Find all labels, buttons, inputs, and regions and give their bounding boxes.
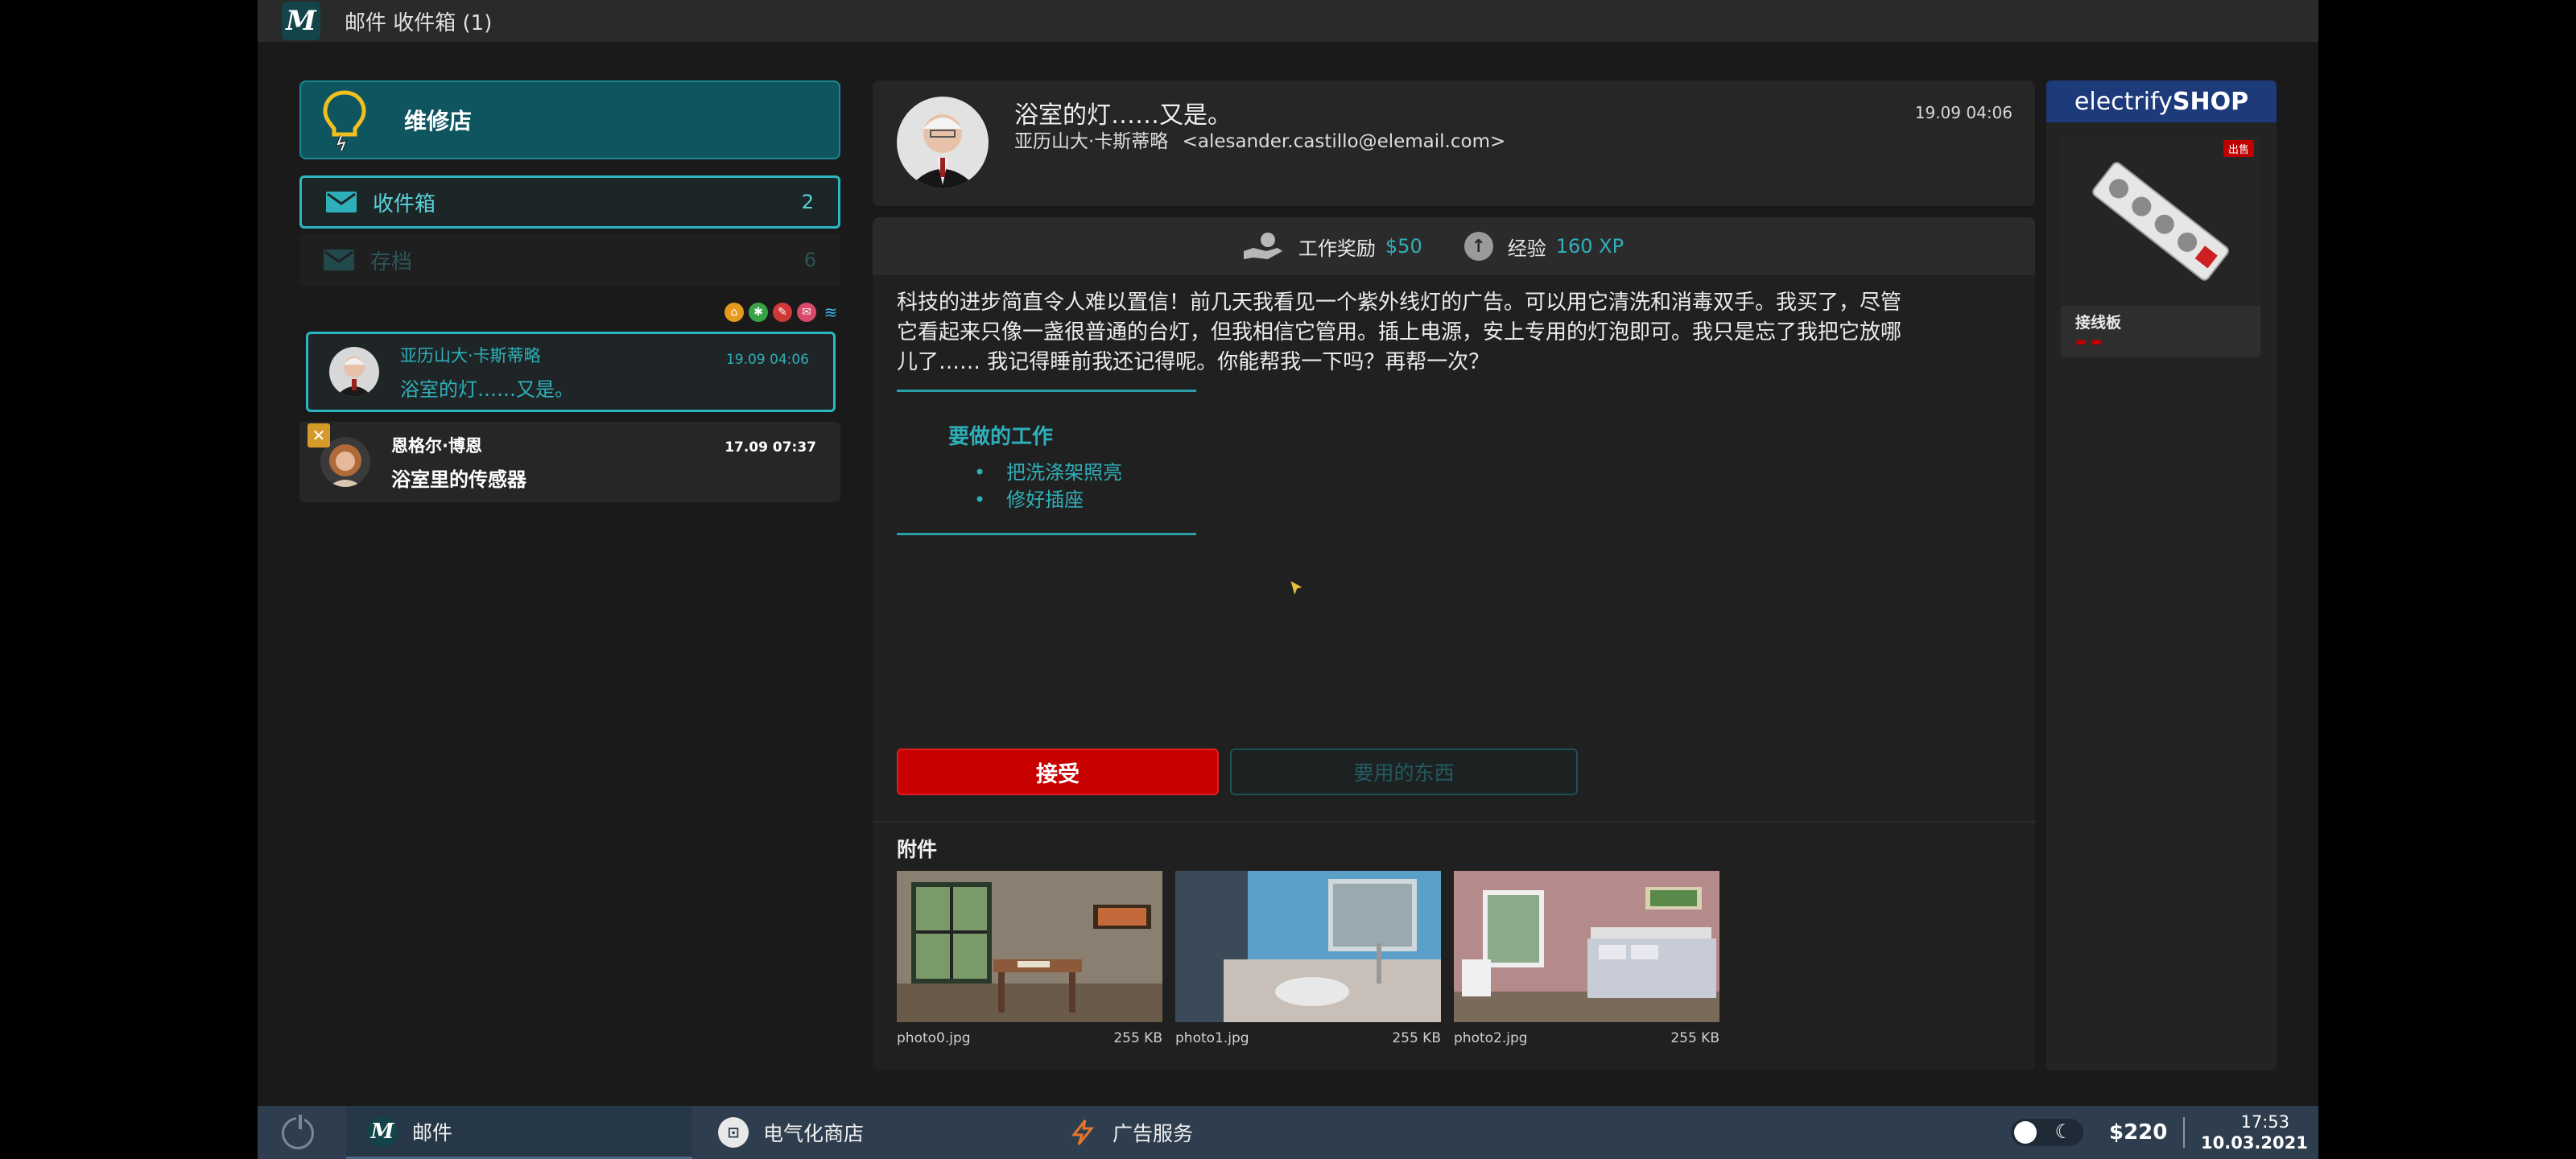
email-text-line: 儿了…… 我记得睡前我还记得呢。你能帮我一下吗？再帮一次？ — [897, 350, 1490, 374]
attachment-filename: photo0.jpg — [897, 1030, 971, 1046]
todo-divider-top — [897, 390, 1196, 392]
wifi-icon: ≋ — [824, 303, 838, 322]
taskbar: M 邮件 ⊡ 电气化商店 广告服务 ☾ $220 17:53 10.03.202… — [258, 1106, 2318, 1159]
reward-hand-coin-icon — [1243, 233, 1282, 259]
mail-app-icon: M — [367, 1116, 398, 1147]
taskbar-app-mail[interactable]: M 邮件 — [346, 1106, 692, 1159]
message-time: 17.09 07:37 — [724, 439, 816, 456]
attachment-thumbnail[interactable]: photo0.jpg 255 KB — [897, 871, 1162, 1046]
email-header: 浴室的灯……又是。 亚历山大·卡斯蒂略 <alesander.castillo@… — [873, 80, 2035, 206]
message-list-item[interactable]: ✕ 恩格尔·博恩 浴室里的传感器 17.09 07:37 — [299, 422, 840, 502]
repair-shop-label: 维修店 — [404, 108, 473, 134]
todo-item: 修好插座 — [974, 486, 1122, 514]
power-strip-image: 出售 — [2061, 137, 2260, 306]
attachment-size: 255 KB — [1670, 1030, 1719, 1046]
required-items-button[interactable]: 要用的东西 — [1230, 749, 1578, 795]
message-list-item[interactable]: 亚历山大·卡斯蒂略 浴室的灯……又是。 19.09 04:06 — [306, 332, 836, 412]
clock-time: 17:53 — [2240, 1112, 2289, 1132]
shop-logo-bold: SHOP — [2172, 87, 2249, 116]
folder-inbox-count: 2 — [801, 191, 814, 213]
folder-archive-count: 6 — [803, 249, 816, 271]
home-icon: ⌂ — [724, 303, 744, 322]
xp-label: 经验 — [1507, 237, 1546, 260]
xp-arrow-up-icon: ↑ — [1463, 232, 1493, 261]
email-body: 工作奖励 $50 ↑ 经验 160 XP 科技的进步简直令人难以置信！前几天我看… — [873, 217, 2035, 1070]
lightning-icon — [1071, 1120, 1095, 1145]
shop-ad-panel: electrify SHOP 出售 接线板 ▬ ▬ — [2046, 80, 2277, 1070]
sale-tag: 出售 — [2223, 140, 2254, 157]
sender-name: 亚历山大·卡斯蒂略 — [1014, 131, 1169, 152]
rewards-bar: 工作奖励 $50 ↑ 经验 160 XP — [873, 217, 2035, 275]
message-time: 19.09 04:06 — [725, 352, 809, 368]
folder-inbox[interactable]: 收件箱 2 — [299, 175, 840, 229]
todo-title: 要做的工作 — [948, 425, 1054, 449]
mail-alert-icon: ✉ — [797, 303, 816, 322]
window-titlebar: M 邮件 收件箱 (1) — [258, 0, 2318, 42]
folder-inbox-label: 收件箱 — [373, 192, 436, 217]
taskbar-app-shop[interactable]: ⊡ 电气化商店 — [718, 1106, 1024, 1159]
taskbar-divider — [2183, 1117, 2185, 1148]
settings-icon: ✱ — [749, 303, 768, 322]
attachment-filename: photo2.jpg — [1454, 1030, 1528, 1046]
attachment-image — [1175, 871, 1441, 1022]
shop-product-price-icon: ▬ ▬ — [2075, 334, 2103, 349]
sender-avatar-large — [897, 97, 989, 188]
attachment-image — [897, 871, 1162, 1022]
attachment-size: 255 KB — [1113, 1030, 1162, 1046]
mail-app-logo-icon: M — [282, 2, 320, 40]
attachment-size: 255 KB — [1392, 1030, 1441, 1046]
taskbar-app-label: 邮件 — [412, 1120, 453, 1145]
status-icons: ⌂ ✱ ✎ ✉ ≋ — [299, 303, 840, 322]
todo-list: 把洗涤架照亮 修好插座 — [974, 459, 1122, 514]
electrify-shop-logo[interactable]: electrify SHOP — [2046, 80, 2277, 122]
sender-avatar — [329, 347, 379, 397]
folder-archive-label: 存档 — [370, 250, 413, 274]
message-subject: 浴室里的传感器 — [391, 468, 526, 491]
day-night-toggle[interactable]: ☾ — [2011, 1119, 2083, 1146]
email-text-line: 科技的进步简直令人难以置信！前几天我看见一个紫外线灯的广告。可以用它清洗和消毒双… — [897, 291, 1902, 315]
attachment-filename: photo1.jpg — [1175, 1030, 1249, 1046]
repair-shop-header: 维修店 — [299, 80, 840, 159]
sun-icon — [2014, 1121, 2037, 1144]
lightbulb-icon — [323, 90, 366, 151]
mail-sidebar: 维修店 收件箱 2 存档 6 ⌂ ✱ ✎ ✉ ≋ 亚历山大·卡斯蒂略 浴室的灯…… — [299, 80, 840, 502]
clock: 17:53 10.03.2021 — [2201, 1112, 2308, 1153]
attachment-thumbnail[interactable]: photo1.jpg 255 KB — [1175, 871, 1441, 1046]
envelope-icon — [326, 192, 357, 212]
game-screen: M 邮件 收件箱 (1) 维修店 收件箱 2 存档 6 ⌂ ✱ ✎ ✉ ≋ 亚历… — [258, 0, 2318, 1159]
mouse-cursor-icon — [1288, 578, 1307, 600]
attachment-image — [1454, 871, 1719, 1022]
attachments-divider — [873, 821, 2035, 823]
tool-icon: ✎ — [773, 303, 792, 322]
taskbar-app-ads[interactable]: 广告服务 — [1067, 1106, 1373, 1159]
reward-value: $50 — [1385, 235, 1422, 258]
email-date: 19.09 04:06 — [1914, 103, 2013, 122]
message-subject: 浴室的灯……又是。 — [400, 377, 574, 401]
money-balance: $220 — [2109, 1120, 2168, 1145]
todo-divider-bottom — [897, 533, 1196, 535]
shop-product-name: 接线板 — [2075, 314, 2122, 332]
attachment-thumbnail[interactable]: photo2.jpg 255 KB — [1454, 871, 1719, 1046]
envelope-icon — [324, 250, 354, 270]
email-text-line: 它看起来只像一盏很普通的台灯，但我相信它管用。插上电源，安上专用的灯泡即可。我只… — [897, 320, 1902, 344]
shop-product-card[interactable]: 出售 接线板 ▬ ▬ — [2061, 137, 2260, 357]
accept-button[interactable]: 接受 — [897, 749, 1219, 795]
urgent-badge-icon: ✕ — [308, 423, 330, 448]
shopping-bag-icon: ⊡ — [718, 1117, 749, 1148]
power-icon[interactable] — [282, 1115, 314, 1149]
window-title: 邮件 收件箱 (1) — [345, 10, 493, 35]
moon-icon: ☾ — [2054, 1120, 2072, 1143]
shop-logo-regular: electrify — [2074, 87, 2173, 116]
email-message-text: 科技的进步简直令人难以置信！前几天我看见一个紫外线灯的广告。可以用它清洗和消毒双… — [897, 288, 2008, 377]
sender-email: <alesander.castillo@elemail.com> — [1182, 131, 1506, 152]
taskbar-app-label: 广告服务 — [1113, 1122, 1194, 1145]
todo-item: 把洗涤架照亮 — [974, 459, 1122, 486]
xp-value: 160 XP — [1555, 235, 1624, 258]
taskbar-app-label: 电气化商店 — [763, 1122, 865, 1145]
attachments-title: 附件 — [897, 838, 938, 861]
email-sender: 亚历山大·卡斯蒂略 <alesander.castillo@elemail.co… — [1014, 126, 1505, 153]
clock-date: 10.03.2021 — [2201, 1133, 2308, 1153]
folder-archive[interactable]: 存档 6 — [299, 233, 840, 287]
reward-label: 工作奖励 — [1298, 237, 1376, 260]
